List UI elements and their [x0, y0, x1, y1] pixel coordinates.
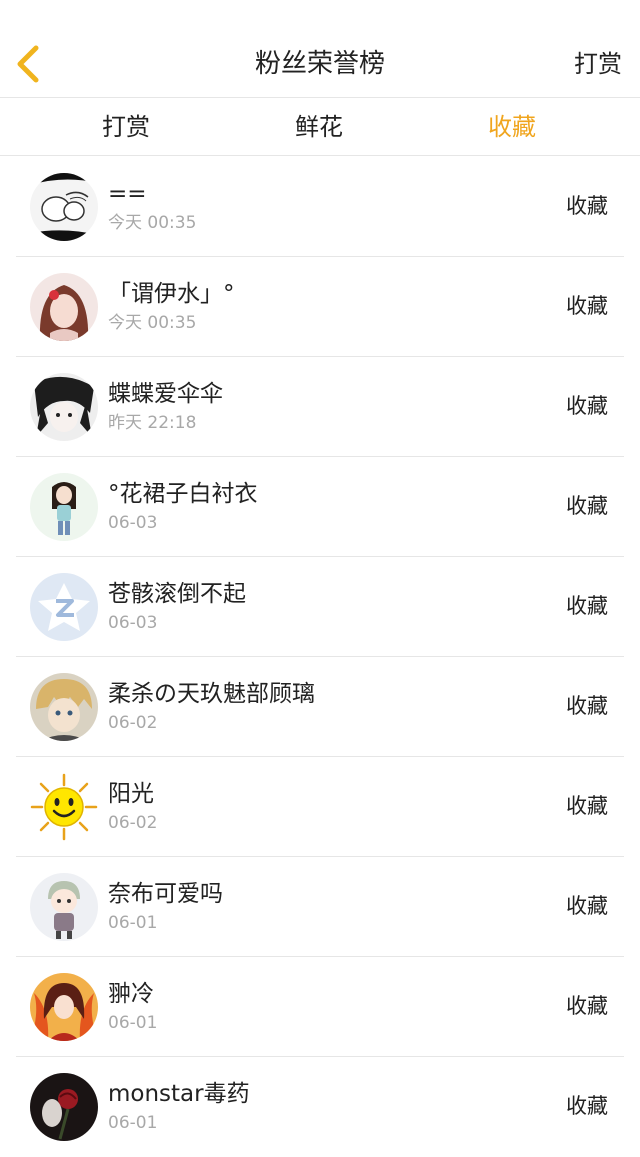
- fan-name: 苍骸滚倒不起: [108, 581, 246, 607]
- list-item[interactable]: monstar毒药 06-01 收藏: [16, 1057, 624, 1157]
- avatar: [30, 473, 98, 541]
- list-item[interactable]: 阳光 06-02 收藏: [16, 757, 624, 857]
- avatar: [30, 273, 98, 341]
- fan-name: °花裙子白衬衣: [108, 481, 258, 507]
- chibi-avatar-image: [30, 873, 98, 941]
- action-label: 收藏: [566, 894, 608, 918]
- action-label: 收藏: [566, 294, 608, 318]
- list-item[interactable]: 柔杀の天玖魅部顾璃 06-02 收藏: [16, 657, 624, 757]
- fan-time: 06-01: [108, 1113, 158, 1133]
- fan-name: ==: [108, 181, 147, 207]
- action-label: 收藏: [566, 1094, 608, 1118]
- anime-avatar-image: [30, 373, 98, 441]
- tab-reward[interactable]: 打赏: [56, 98, 196, 156]
- action-label: 收藏: [566, 794, 608, 818]
- avatar: [30, 973, 98, 1041]
- fan-time: 06-01: [108, 913, 158, 933]
- action-label: 收藏: [566, 394, 608, 418]
- cartoon-girl-avatar-image: [30, 473, 98, 541]
- fan-list: == 今天 00:35 收藏 「谓伊水」° 今天 00:35 收藏 蝶蝶爱伞伞 …: [0, 157, 640, 1157]
- list-item[interactable]: 奈布可爱吗 06-01 收藏: [16, 857, 624, 957]
- tab-favorites[interactable]: 收藏: [442, 98, 582, 156]
- fan-name: 「谓伊水」°: [108, 281, 235, 307]
- fan-time: 今天 00:35: [108, 213, 197, 233]
- fan-name: 蝶蝶爱伞伞: [108, 381, 223, 407]
- action-label: 收藏: [566, 194, 608, 218]
- fan-time: 06-02: [108, 713, 158, 733]
- list-item[interactable]: 翀冷 06-01 收藏: [16, 957, 624, 1057]
- list-item[interactable]: 「谓伊水」° 今天 00:35 收藏: [16, 257, 624, 357]
- action-label: 收藏: [566, 694, 608, 718]
- list-item[interactable]: °花裙子白衬衣 06-03 收藏: [16, 457, 624, 557]
- avatar: [30, 1073, 98, 1141]
- fan-time: 06-01: [108, 1013, 158, 1033]
- action-label: 收藏: [566, 494, 608, 518]
- fire-girl-avatar-image: [30, 973, 98, 1041]
- fan-time: 06-03: [108, 613, 158, 633]
- fan-time: 06-03: [108, 513, 158, 533]
- action-label: 收藏: [566, 594, 608, 618]
- list-item[interactable]: == 今天 00:35 收藏: [16, 157, 624, 257]
- rose-avatar-image: [30, 1073, 98, 1141]
- list-item[interactable]: 蝶蝶爱伞伞 昨天 22:18 收藏: [16, 357, 624, 457]
- page-title: 粉丝荣誉榜: [254, 49, 385, 79]
- fan-name: monstar毒药: [108, 1081, 250, 1107]
- fan-name: 奈布可爱吗: [108, 881, 223, 907]
- avatar: [30, 873, 98, 941]
- action-label: 收藏: [566, 994, 608, 1018]
- default-avatar-image: [30, 573, 98, 641]
- tab-flowers[interactable]: 鲜花: [249, 98, 389, 156]
- fan-name: 阳光: [108, 781, 154, 807]
- blond-boy-avatar-image: [30, 673, 98, 741]
- sketch-avatar-image: [30, 173, 98, 241]
- avatar: [30, 373, 98, 441]
- fan-name: 柔杀の天玖魅部顾璃: [108, 681, 315, 707]
- avatar: [30, 573, 98, 641]
- fan-name: 翀冷: [108, 981, 154, 1007]
- fan-time: 昨天 22:18: [108, 413, 197, 433]
- list-item[interactable]: 苍骸滚倒不起 06-03 收藏: [16, 557, 624, 657]
- fan-time: 06-02: [108, 813, 158, 833]
- avatar: [30, 173, 98, 241]
- top-nav-bar: 粉丝荣誉榜 打赏: [0, 0, 640, 98]
- girl-avatar-image: [30, 273, 98, 341]
- sun-avatar-image: [30, 773, 98, 841]
- fan-time: 今天 00:35: [108, 313, 197, 333]
- avatar: [30, 673, 98, 741]
- avatar: [30, 773, 98, 841]
- tab-bar: 打赏 鲜花 收藏: [0, 98, 640, 156]
- reward-button[interactable]: 打赏: [574, 44, 622, 84]
